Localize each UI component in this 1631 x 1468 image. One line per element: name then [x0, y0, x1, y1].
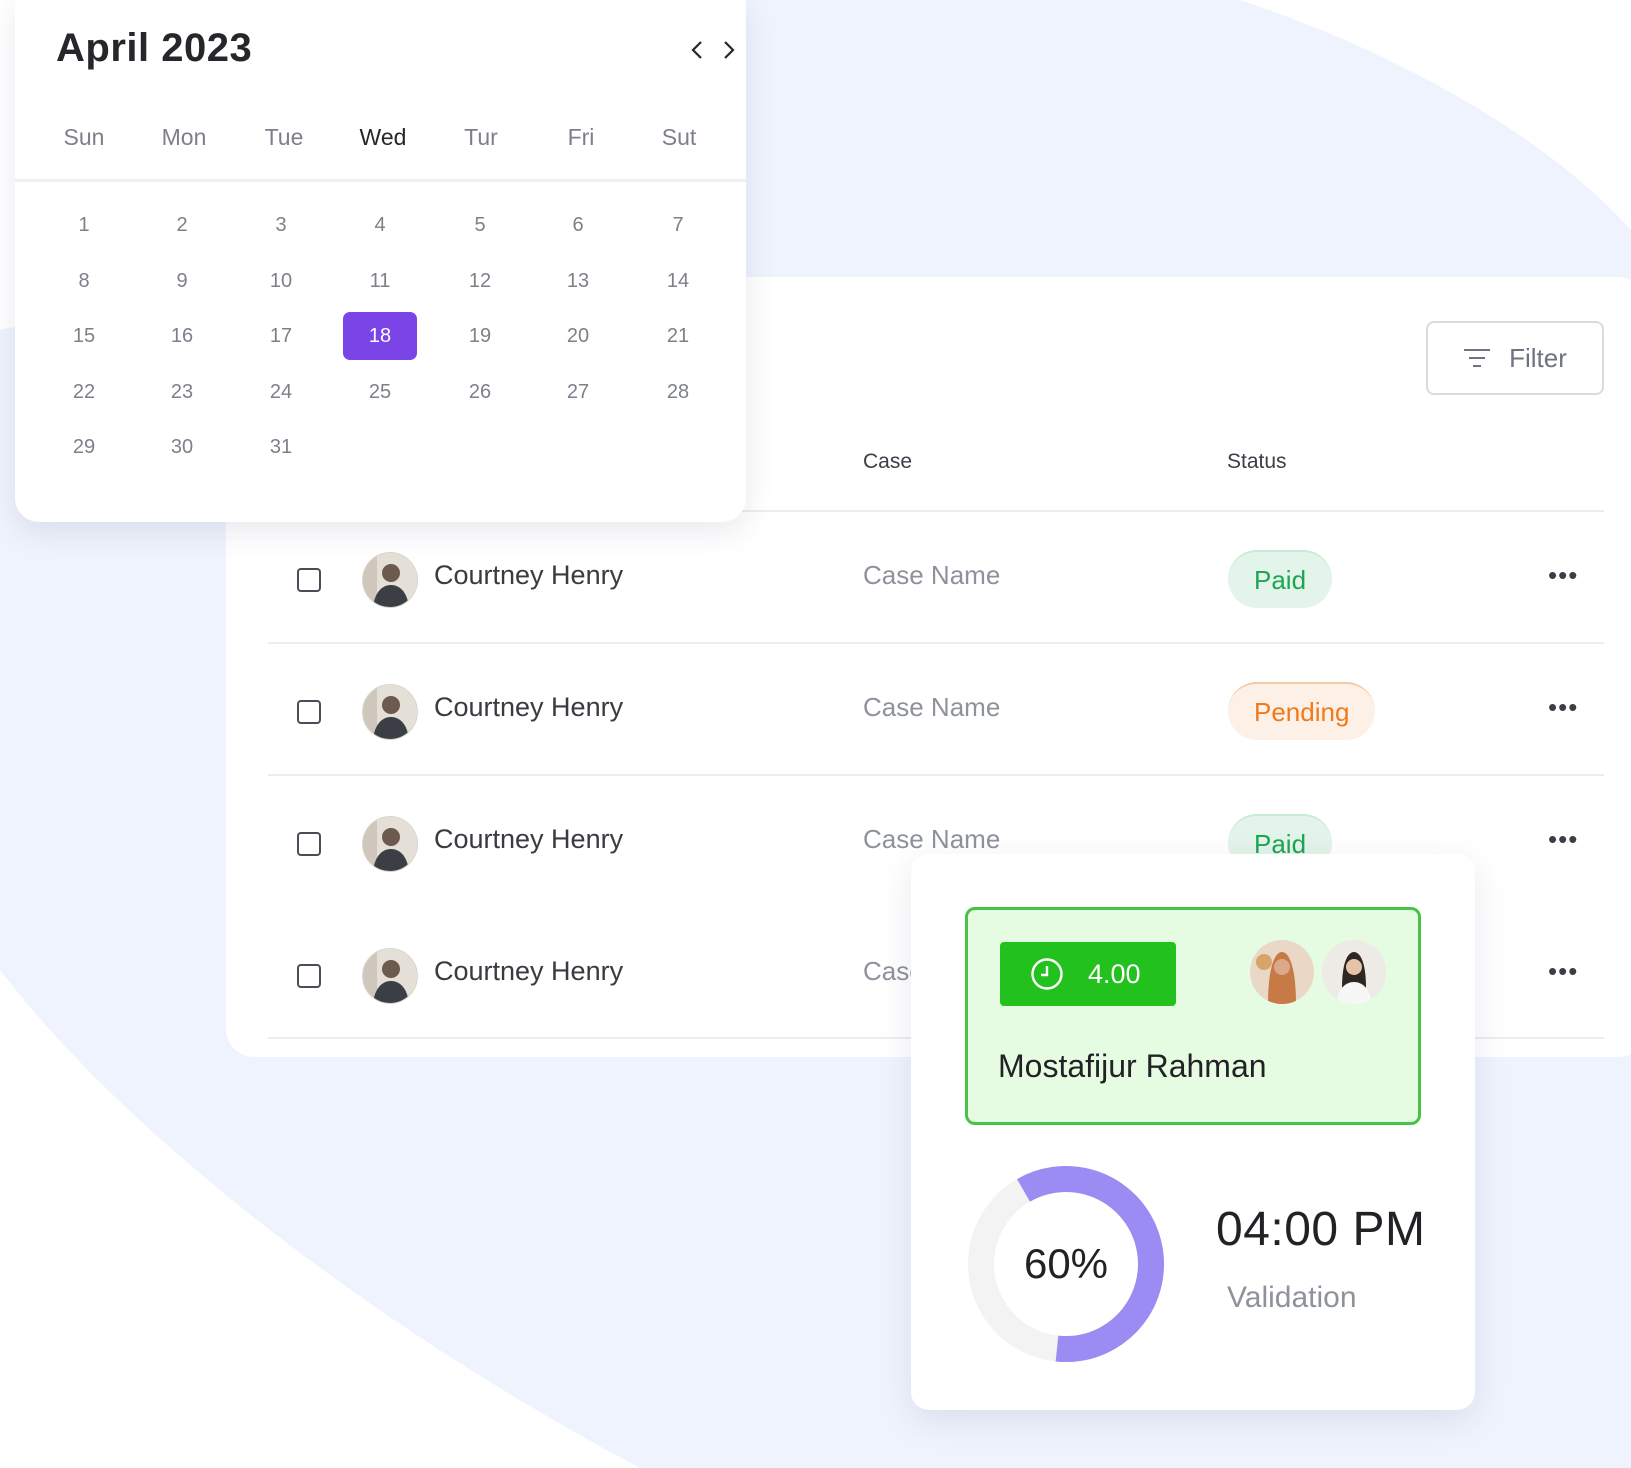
calendar-day[interactable]: 8 — [47, 257, 121, 305]
calendar-day[interactable]: 20 — [541, 312, 615, 360]
calendar-day[interactable]: 21 — [641, 312, 715, 360]
calendar-day[interactable]: 30 — [145, 423, 219, 471]
calendar-day[interactable]: 25 — [343, 368, 417, 416]
person-name[interactable]: Courtney Henry — [434, 560, 623, 591]
calendar-day[interactable]: 24 — [244, 368, 318, 416]
calendar-day[interactable]: 4 — [343, 201, 417, 249]
calendar-day[interactable]: 14 — [641, 257, 715, 305]
avatar — [1250, 940, 1314, 1004]
table-row[interactable]: Courtney Henry Case Name Paid ••• — [268, 516, 1604, 646]
calendar-day[interactable]: 9 — [145, 257, 219, 305]
calendar-day[interactable]: 19 — [443, 312, 517, 360]
assignment-box: 4.00 Mostafijur Rahman — [965, 907, 1421, 1125]
weekday-label-active: Wed — [359, 124, 407, 150]
calendar-day[interactable]: 10 — [244, 257, 318, 305]
calendar-divider — [15, 179, 746, 182]
weekday-label: Tur — [464, 124, 498, 150]
calendar-day[interactable]: 31 — [244, 423, 318, 471]
calendar-day[interactable]: 12 — [443, 257, 517, 305]
case-name: Case Name — [863, 560, 1001, 590]
time-label: Validation — [1227, 1281, 1357, 1314]
calendar-day[interactable]: 22 — [47, 368, 121, 416]
row-divider — [268, 642, 1604, 644]
calendar-day[interactable]: 5 — [443, 201, 517, 249]
chevron-right-icon[interactable] — [715, 36, 743, 64]
filter-label: Filter — [1509, 342, 1567, 373]
calendar-day[interactable]: 13 — [541, 257, 615, 305]
row-checkbox[interactable] — [297, 700, 321, 724]
calendar-day[interactable]: 29 — [47, 423, 121, 471]
filter-button[interactable]: Filter — [1426, 321, 1604, 395]
row-checkbox[interactable] — [297, 832, 321, 856]
status-badge: Pending — [1228, 682, 1376, 740]
avatar — [363, 553, 417, 607]
row-checkbox[interactable] — [297, 568, 321, 592]
calendar-day[interactable]: 17 — [244, 312, 318, 360]
calendar-month-title: April 2023 — [56, 26, 253, 70]
calendar-day[interactable]: 11 — [343, 257, 417, 305]
row-menu-button[interactable]: ••• — [1548, 824, 1578, 855]
calendar-day[interactable]: 16 — [145, 312, 219, 360]
calendar-day[interactable]: 26 — [443, 368, 517, 416]
chevron-left-icon[interactable] — [683, 36, 711, 64]
row-checkbox[interactable] — [297, 964, 321, 988]
column-header-status: Status — [1227, 450, 1287, 473]
person-name[interactable]: Courtney Henry — [434, 956, 623, 987]
clock-icon — [1031, 958, 1063, 990]
time-badge: 4.00 — [1000, 942, 1176, 1006]
calendar-day[interactable]: 7 — [641, 201, 715, 249]
calendar-day[interactable]: 3 — [244, 201, 318, 249]
weekday-label: Fri — [567, 124, 595, 150]
weekday-label: Mon — [161, 124, 207, 150]
calendar-popup: April 2023 Sun Mon Tue Wed Tur Fri Sut 1… — [15, 0, 746, 522]
person-name[interactable]: Courtney Henry — [434, 692, 623, 723]
weekday-label: Sut — [661, 124, 697, 150]
person-name[interactable]: Courtney Henry — [434, 824, 623, 855]
filter-icon — [1464, 349, 1491, 367]
case-name: Case Name — [863, 692, 1001, 722]
assignee-name: Mostafijur Rahman — [998, 1048, 1267, 1084]
table-row[interactable]: Courtney Henry Case Name Pending ••• — [268, 648, 1604, 778]
time-display: 04:00 PM — [1216, 1203, 1426, 1256]
weekday-label: Sun — [63, 124, 105, 150]
calendar-day[interactable]: 23 — [145, 368, 219, 416]
calendar-day[interactable]: 28 — [641, 368, 715, 416]
calendar-day-selected[interactable]: 18 — [343, 312, 417, 360]
calendar-day[interactable]: 27 — [541, 368, 615, 416]
calendar-day[interactable]: 1 — [47, 201, 121, 249]
status-badge: Paid — [1228, 550, 1333, 608]
avatar — [363, 817, 417, 871]
avatar — [363, 685, 417, 739]
row-divider — [268, 774, 1604, 776]
row-menu-button[interactable]: ••• — [1548, 692, 1578, 723]
case-name: Case Name — [863, 824, 1001, 854]
avatar — [363, 949, 417, 1003]
calendar-day[interactable]: 15 — [47, 312, 121, 360]
calendar-day[interactable]: 6 — [541, 201, 615, 249]
progress-percent: 60% — [1023, 1240, 1109, 1287]
row-menu-button[interactable]: ••• — [1548, 560, 1578, 591]
column-header-case: Case — [863, 450, 913, 473]
time-value: 4.00 — [1088, 958, 1141, 989]
avatar — [1322, 940, 1386, 1004]
calendar-day[interactable]: 2 — [145, 201, 219, 249]
row-menu-button[interactable]: ••• — [1548, 956, 1578, 987]
weekday-label: Tue — [264, 124, 304, 150]
task-card: 4.00 Mostafijur Rahman 60% 04:00 PM Vali… — [911, 854, 1475, 1410]
